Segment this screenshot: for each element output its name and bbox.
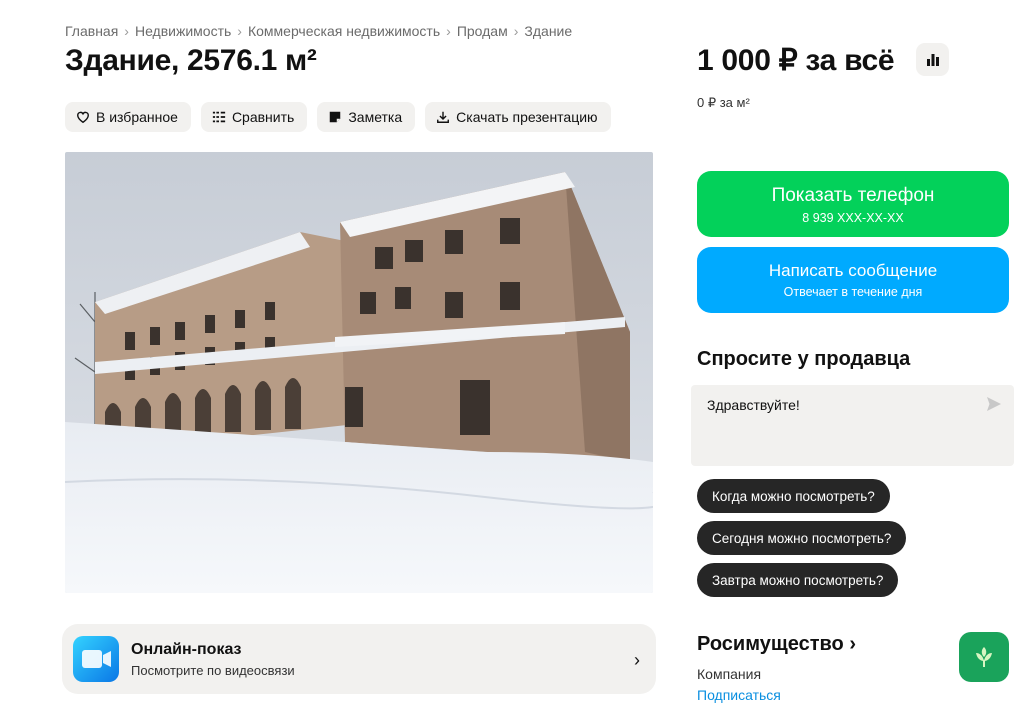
breadcrumb-separator: ›	[237, 23, 242, 39]
note-button[interactable]: Заметка	[317, 102, 416, 132]
seller-logo[interactable]	[959, 632, 1009, 682]
note-icon	[330, 111, 341, 123]
price-total: 1 000 ₽ за всё	[697, 44, 895, 77]
send-icon[interactable]	[986, 396, 1002, 417]
show-phone-label: Показать телефон	[771, 185, 935, 206]
video-call-icon	[73, 636, 119, 682]
message-input-value[interactable]: Здравствуйте!	[707, 397, 800, 413]
quick-question-tomorrow[interactable]: Завтра можно посмотреть?	[697, 563, 899, 597]
compare-icon	[212, 111, 226, 123]
favorite-button[interactable]: В избранное	[65, 102, 191, 132]
show-phone-button[interactable]: Показать телефон 8 939 XXX-XX-XX	[697, 171, 1009, 237]
online-show-text: Онлайн-показ Посмотрите по видеосвязи	[131, 641, 295, 678]
write-message-label: Написать сообщение	[768, 261, 938, 280]
page-title: Здание, 2576.1 м²	[65, 44, 317, 77]
note-label: Заметка	[348, 109, 403, 125]
price-per-sqm: 0 ₽ за м²	[697, 95, 750, 110]
listing-actions: В избранное Сравнить Заметка Скачать пре…	[65, 102, 611, 132]
breadcrumb-separator: ›	[513, 23, 519, 39]
phone-number: 8 939 XXX-XX-XX	[802, 211, 904, 225]
online-show-card[interactable]: Онлайн-показ Посмотрите по видеосвязи ›	[62, 624, 656, 694]
compare-button[interactable]: Сравнить	[200, 102, 308, 132]
breadcrumb-separator: ›	[446, 23, 451, 39]
compare-label: Сравнить	[231, 109, 295, 125]
ask-seller-title: Спросите у продавца	[697, 348, 911, 370]
download-icon	[437, 111, 450, 123]
breadcrumb-separator: ›	[124, 23, 129, 39]
message-input[interactable]: Здравствуйте!	[691, 385, 1014, 466]
download-label: Скачать презентацию	[456, 109, 598, 125]
online-show-title: Онлайн-показ	[131, 640, 242, 658]
seller-type: Компания	[697, 666, 762, 682]
breadcrumb-building[interactable]: Здание	[524, 23, 572, 39]
breadcrumb: Главная › Недвижимость › Коммерческая не…	[65, 23, 572, 39]
quick-question-when[interactable]: Когда можно посмотреть?	[697, 479, 890, 513]
breadcrumb-commercial[interactable]: Коммерческая недвижимость	[248, 23, 440, 39]
bar-chart-icon	[926, 53, 939, 66]
chevron-right-icon: ›	[634, 650, 640, 670]
building-photo	[65, 152, 653, 593]
online-show-subtitle: Посмотрите по видеосвязи	[131, 662, 295, 678]
breadcrumb-home[interactable]: Главная	[65, 23, 118, 39]
quick-question-today[interactable]: Сегодня можно посмотреть?	[697, 521, 907, 555]
download-presentation-button[interactable]: Скачать презентацию	[425, 102, 611, 132]
reply-time: Отвечает в течение дня	[783, 285, 923, 299]
listing-photo[interactable]	[65, 152, 653, 593]
heart-icon	[77, 111, 89, 124]
subscribe-link[interactable]: Подписаться	[697, 687, 781, 703]
price-history-button[interactable]	[916, 43, 949, 76]
favorite-label: В избранное	[96, 109, 178, 125]
breadcrumb-realty[interactable]: Недвижимость	[135, 23, 231, 39]
write-message-button[interactable]: Написать сообщение Отвечает в течение дн…	[697, 247, 1009, 313]
emblem-icon	[976, 647, 992, 667]
seller-name[interactable]: Росимущество ›	[697, 633, 856, 656]
breadcrumb-sell[interactable]: Продам	[457, 23, 508, 39]
